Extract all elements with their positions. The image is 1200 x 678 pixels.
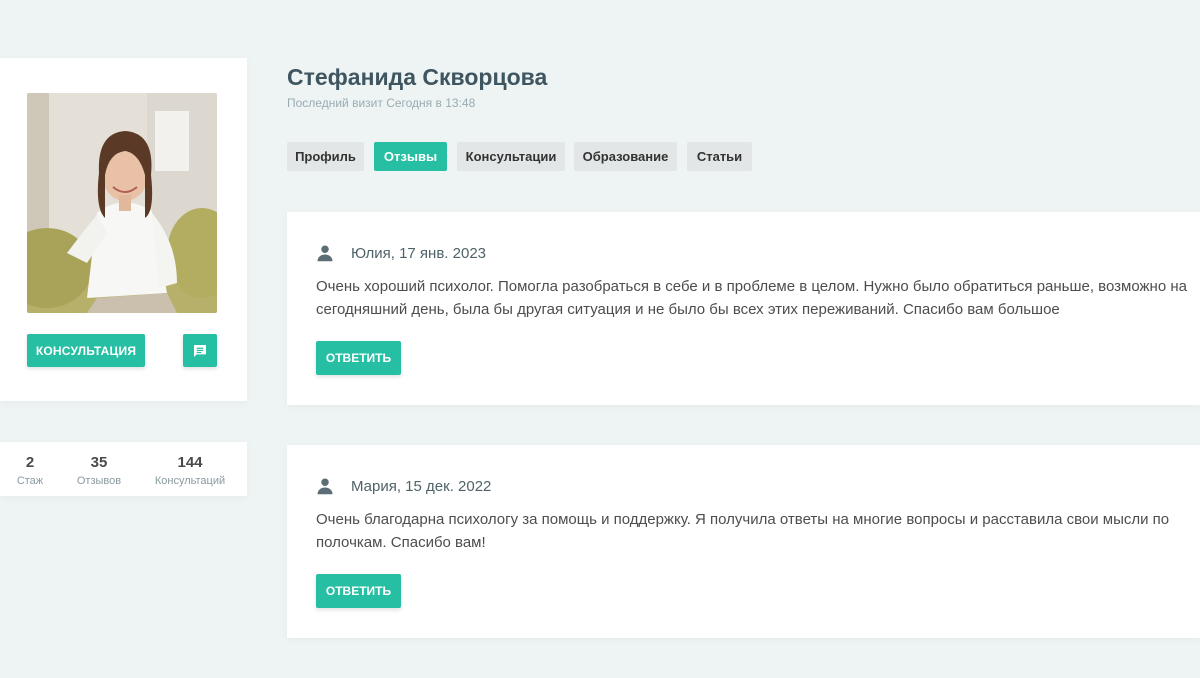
page-title: Стефанида Скворцова: [287, 64, 548, 90]
consultation-button[interactable]: КОНСУЛЬТАЦИЯ: [27, 334, 145, 367]
tab-consultations[interactable]: Консультации: [457, 142, 565, 171]
tab-articles[interactable]: Статьи: [687, 142, 752, 171]
user-icon: [317, 245, 333, 262]
user-icon: [317, 478, 333, 495]
stat-label: Стаж: [16, 475, 44, 487]
profile-photo-image: [27, 93, 217, 313]
tab-education[interactable]: Образование: [574, 142, 677, 171]
last-visit-text: Последний визит Сегодня в 13:48: [287, 96, 476, 110]
stat-experience: 2 Стаж: [14, 454, 46, 488]
chat-bubble-icon: [194, 344, 206, 357]
reply-button[interactable]: ОТВЕТИТЬ: [316, 574, 401, 608]
stat-value: 2: [25, 454, 35, 471]
profile-card: КОНСУЛЬТАЦИЯ: [0, 58, 247, 401]
stat-consultations: 144 Консультаций: [150, 454, 230, 488]
review-text: Очень хороший психолог. Помогла разобрат…: [316, 278, 1187, 318]
stat-reviews: 35 Отзывов: [72, 454, 126, 488]
stat-value: 144: [177, 454, 203, 471]
profile-photo: [27, 93, 217, 313]
stat-value: 35: [90, 454, 108, 471]
review-card: Мария, 15 дек. 2022 Очень благодарна пси…: [287, 445, 1200, 638]
reply-button[interactable]: ОТВЕТИТЬ: [316, 341, 401, 375]
tab-profile[interactable]: Профиль: [287, 142, 364, 171]
review-author: Юлия, 17 янв. 2023: [316, 244, 486, 262]
review-author: Мария, 15 дек. 2022: [316, 477, 491, 495]
review-card: Юлия, 17 янв. 2023 Очень хороший психоло…: [287, 212, 1200, 405]
chat-button[interactable]: [183, 334, 217, 367]
stat-label: Отзывов: [76, 475, 122, 487]
review-text: Очень благодарна психологу за помощь и п…: [316, 511, 1170, 551]
stat-label: Консультаций: [154, 475, 226, 487]
review-author-name: Мария, 15 дек. 2022: [351, 477, 492, 495]
stats-card: 2 Стаж 35 Отзывов 144 Консультаций: [0, 442, 247, 496]
review-author-name: Юлия, 17 янв. 2023: [351, 244, 486, 262]
tab-reviews[interactable]: Отзывы: [374, 142, 447, 171]
